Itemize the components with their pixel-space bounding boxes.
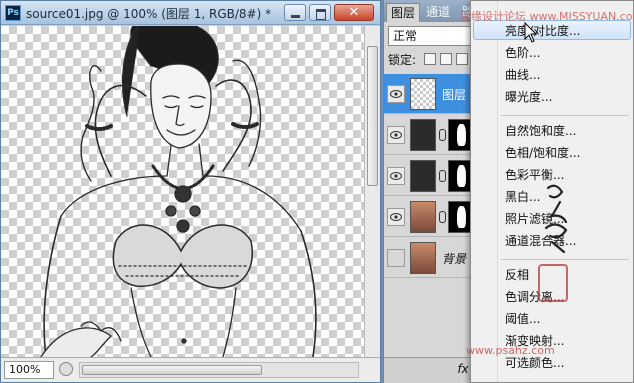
- watermark-top: 思缘设计论坛 www.MISSYUAN.com: [460, 10, 634, 23]
- lock-move-icon[interactable]: [456, 53, 468, 65]
- lock-label: 锁定:: [388, 53, 417, 67]
- blend-mode-select[interactable]: 正常: [388, 26, 476, 46]
- red-seal-stamp: [538, 264, 568, 302]
- document-title: source01.jpg @ 100% (图层 1, RGB/8#) *: [26, 7, 272, 21]
- fx-icon[interactable]: fx: [456, 363, 470, 377]
- document-window: Ps source01.jpg @ 100% (图层 1, RGB/8#) * …: [0, 0, 381, 383]
- lock-transparency-icon[interactable]: [424, 53, 436, 65]
- close-icon: ✕: [348, 5, 360, 20]
- mouse-pointer-icon: [524, 21, 538, 47]
- document-titlebar[interactable]: Ps source01.jpg @ 100% (图层 1, RGB/8#) * …: [1, 1, 380, 25]
- photoshop-icon: Ps: [5, 5, 21, 21]
- menu-separator: [501, 115, 629, 116]
- zoom-input[interactable]: 100%: [4, 361, 54, 379]
- menu-item[interactable]: 阈值...: [505, 310, 540, 327]
- horizontal-scroll-thumb[interactable]: [82, 365, 262, 375]
- menu-item[interactable]: 自然饱和度...: [505, 122, 576, 139]
- layer-thumbnail: [410, 160, 436, 192]
- menu-item[interactable]: 色相/饱和度...: [505, 144, 581, 161]
- vertical-scrollbar[interactable]: [364, 26, 380, 357]
- status-bar: 100%: [1, 357, 380, 382]
- watermark-bottom: www.psahz.com: [466, 344, 555, 357]
- photoshop-workspace: Ps source01.jpg @ 100% (图层 1, RGB/8#) * …: [0, 0, 634, 383]
- layer-name[interactable]: 图层: [442, 86, 466, 103]
- layer-thumbnail: [410, 119, 436, 151]
- link-chain-icon[interactable]: [439, 170, 446, 182]
- menu-item[interactable]: 反相: [505, 266, 529, 283]
- visibility-toggle-empty[interactable]: [387, 249, 405, 267]
- layer-thumbnail: [410, 242, 436, 274]
- tab-layers[interactable]: 图层: [386, 3, 421, 22]
- horizontal-scrollbar[interactable]: [79, 362, 359, 378]
- maximize-button[interactable]: [309, 4, 331, 21]
- image-canvas[interactable]: [1, 26, 364, 357]
- layer-thumbnail: [410, 201, 436, 233]
- visibility-eye-icon[interactable]: [387, 167, 405, 185]
- link-chain-icon[interactable]: [439, 129, 446, 141]
- minimize-button[interactable]: [284, 4, 306, 21]
- menu-item[interactable]: 曲线...: [505, 66, 540, 83]
- menu-item[interactable]: 亮度/对比度...: [505, 22, 581, 39]
- close-button[interactable]: ✕: [334, 4, 374, 21]
- calligraphy-stamp: [538, 180, 578, 263]
- tab-channels[interactable]: 通道: [422, 3, 454, 22]
- menu-gutter: [497, 1, 498, 382]
- layer-name[interactable]: 背景: [442, 250, 466, 267]
- menu-item[interactable]: 黑白...: [505, 188, 540, 205]
- visibility-eye-icon[interactable]: [387, 85, 405, 103]
- status-info-icon[interactable]: [59, 362, 73, 376]
- visibility-eye-icon[interactable]: [387, 126, 405, 144]
- layer-thumbnail: [410, 78, 436, 110]
- lock-brush-icon[interactable]: [440, 53, 452, 65]
- menu-item[interactable]: 曝光度...: [505, 88, 552, 105]
- vertical-scroll-thumb[interactable]: [367, 46, 378, 186]
- sketch-image: [40, 26, 317, 357]
- link-chain-icon[interactable]: [439, 211, 446, 223]
- visibility-eye-icon[interactable]: [387, 208, 405, 226]
